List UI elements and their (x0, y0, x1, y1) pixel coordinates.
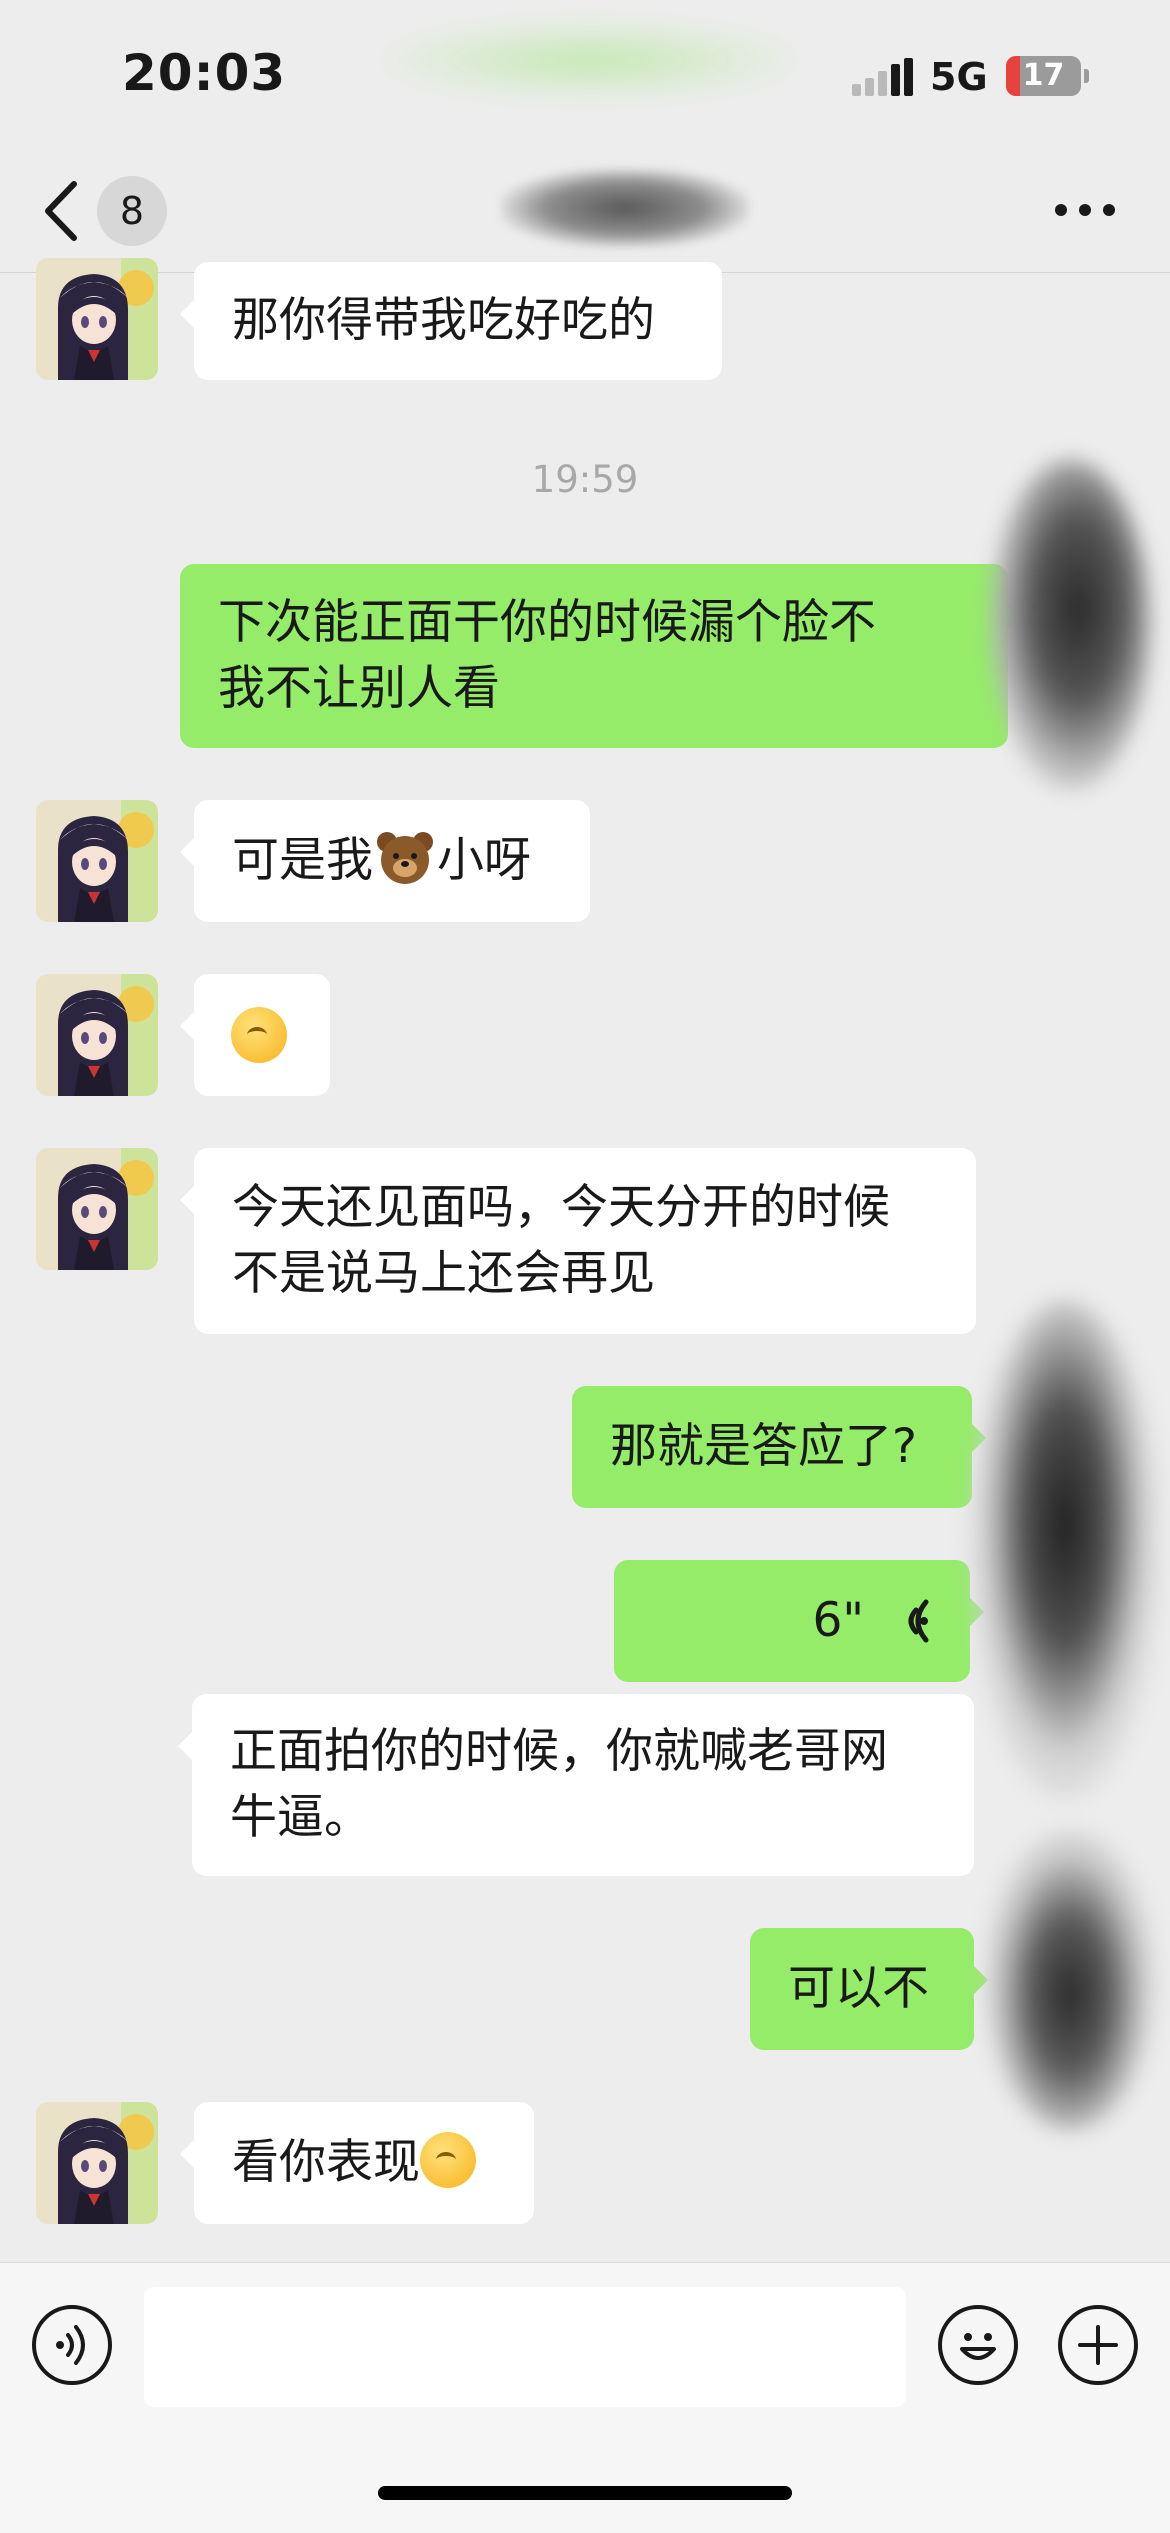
network-label: 5G (930, 55, 988, 99)
message-text: 今天还见面吗，今天分开的时候 (232, 1180, 890, 1235)
message-text: 小呀 (437, 833, 531, 888)
back-chevron-icon[interactable] (40, 176, 84, 246)
home-indicator (378, 2486, 792, 2500)
contact-avatar[interactable] (36, 1148, 158, 1270)
message-input[interactable] (144, 2287, 906, 2407)
chat-header: 8 (0, 150, 1170, 273)
redacted-avatar-smear (985, 1830, 1155, 2130)
more-actions-button[interactable] (1058, 2305, 1138, 2385)
contact-avatar[interactable] (36, 258, 158, 380)
smirk-emoji-icon (420, 2132, 476, 2188)
voice-duration: 6" (812, 1593, 864, 1648)
emoji-button[interactable] (938, 2305, 1018, 2385)
message-timestamp: 19:59 (531, 458, 639, 501)
sent-message-bubble[interactable]: 下次能正面干你的时候漏个脸不 我不让别人看 (180, 564, 1022, 748)
battery-icon: 17 (1006, 56, 1081, 96)
unread-count-badge[interactable]: 8 (97, 176, 167, 246)
received-emoji-bubble[interactable] (180, 974, 330, 1096)
message-text: 正面拍你的时候，你就喊老哥网 (230, 1724, 888, 1779)
signal-icon (852, 58, 914, 96)
contact-avatar[interactable] (36, 974, 158, 1096)
received-message-bubble[interactable]: 那你得带我吃好吃的 (180, 262, 722, 380)
chat-title-redacted (500, 168, 750, 248)
smirk-emoji-icon (231, 1007, 287, 1063)
message-text: 看你表现 (232, 2135, 420, 2190)
received-message-bubble[interactable]: 正面拍你的时候，你就喊老哥网 牛逼。 (178, 1694, 974, 1876)
smiley-icon (960, 2333, 996, 2360)
sent-message-bubble[interactable]: 可以不 (750, 1928, 988, 2050)
contact-avatar[interactable] (36, 800, 158, 922)
voice-input-button[interactable] (32, 2305, 112, 2385)
header-tint (380, 20, 800, 100)
battery-level: 17 (1022, 58, 1065, 93)
message-text: 牛逼。 (230, 1790, 371, 1845)
redacted-avatar-smear (990, 460, 1150, 790)
received-message-bubble[interactable]: 今天还见面吗，今天分开的时候 不是说马上还会再见 (180, 1148, 976, 1334)
sent-message-bubble[interactable]: 那就是答应了? (572, 1386, 986, 1508)
voice-wave-icon (908, 1599, 929, 1643)
redacted-avatar-smear (970, 1300, 1160, 1800)
received-message-bubble[interactable]: 看你表现 (180, 2102, 534, 2224)
contact-avatar[interactable] (36, 2102, 158, 2224)
message-text: 可以不 (788, 1961, 929, 2016)
message-text: 下次能正面干你的时候漏个脸不 (218, 595, 876, 650)
status-time: 20:03 (122, 44, 287, 102)
received-message-bubble[interactable]: 可是我 小呀 (180, 800, 590, 922)
voice-icon (56, 2325, 85, 2365)
message-text: 那就是答应了? (610, 1419, 917, 1474)
message-text: 不是说马上还会再见 (232, 1246, 655, 1301)
bear-emoji-icon (377, 832, 433, 884)
more-options-icon[interactable] (1055, 204, 1115, 218)
message-text: 我不让别人看 (218, 661, 500, 716)
voice-message-bubble[interactable]: 6" (614, 1560, 984, 1682)
message-text: 那你得带我吃好吃的 (232, 293, 655, 348)
plus-icon (1078, 2325, 1118, 2365)
message-text: 可是我 (232, 833, 373, 888)
